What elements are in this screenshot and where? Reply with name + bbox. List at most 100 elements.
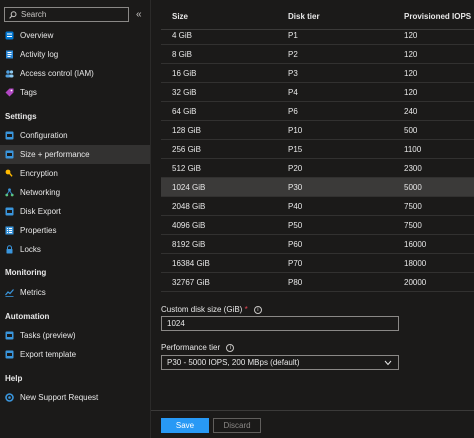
sidebar-item-overview[interactable]: Overview xyxy=(0,26,150,45)
sidebar-item-label: Locks xyxy=(20,245,41,254)
column-header-disk-tier[interactable]: Disk tier xyxy=(288,12,320,21)
size-cell: 32767 GiB xyxy=(172,278,210,287)
sidebar-item-label: Activity log xyxy=(20,50,59,59)
table-row[interactable]: 1024 GiB P30 5000 xyxy=(161,178,474,197)
table-row[interactable]: 4 GiB P1 120 xyxy=(161,26,474,45)
size-cell: 16384 GiB xyxy=(172,259,210,268)
info-icon[interactable]: i xyxy=(226,343,235,352)
iops-cell: 7500 xyxy=(404,221,422,230)
sidebar-item-label: Overview xyxy=(20,31,54,40)
sidebar-item-tags[interactable]: Tags xyxy=(0,83,150,102)
size-cell: 256 GiB xyxy=(172,145,201,154)
search-input[interactable] xyxy=(21,10,121,19)
sidebar-item-label: Export template xyxy=(20,350,77,359)
sidebar-item-size-performance[interactable]: Size + performance xyxy=(0,145,150,164)
sidebar-item-locks[interactable]: Locks xyxy=(0,240,150,259)
lock-icon xyxy=(5,245,14,254)
discard-button[interactable]: Discard xyxy=(213,418,261,433)
iops-cell: 120 xyxy=(404,69,418,78)
disk-tier-cell: P6 xyxy=(288,107,298,116)
disk-export-icon xyxy=(5,207,14,216)
iops-cell: 20000 xyxy=(404,278,427,287)
sidebar-item-access-control-iam[interactable]: Access control (IAM) xyxy=(0,64,150,83)
custom-disk-size-input[interactable] xyxy=(161,316,399,331)
sidebar-item-label: Tasks (preview) xyxy=(20,331,76,340)
size-cell: 2048 GiB xyxy=(172,202,206,211)
iops-cell: 120 xyxy=(404,88,418,97)
iops-cell: 18000 xyxy=(404,259,427,268)
table-row[interactable]: 8 GiB P2 120 xyxy=(161,45,474,64)
performance-tier-dropdown[interactable]: P30 - 5000 IOPS, 200 MBps (default) xyxy=(161,355,399,370)
column-header-iops[interactable]: Provisioned IOPS xyxy=(404,12,471,21)
sidebar-item-label: Configuration xyxy=(20,131,68,140)
iops-cell: 7500 xyxy=(404,202,422,211)
sidebar-item-configuration[interactable]: Configuration xyxy=(0,126,150,145)
sidebar-item-networking[interactable]: Networking xyxy=(0,183,150,202)
table-row[interactable]: 256 GiB P15 1100 xyxy=(161,140,474,159)
chevron-down-icon xyxy=(384,359,392,368)
table-row[interactable]: 16 GiB P3 120 xyxy=(161,64,474,83)
size-cell: 16 GiB xyxy=(172,69,197,78)
networking-icon xyxy=(5,188,14,197)
table-row[interactable]: 2048 GiB P40 7500 xyxy=(161,197,474,216)
search-box[interactable] xyxy=(4,7,129,22)
sidebar-item-encryption[interactable]: Encryption xyxy=(0,164,150,183)
column-header-size[interactable]: Size xyxy=(172,12,188,21)
sidebar-item-new-support-request[interactable]: New Support Request xyxy=(0,388,150,407)
sidebar-item-metrics[interactable]: Metrics xyxy=(0,283,150,302)
sidebar-item-label: Encryption xyxy=(20,169,58,178)
disk-tier-cell: P20 xyxy=(288,164,303,173)
iops-cell: 240 xyxy=(404,107,418,116)
info-icon[interactable]: i xyxy=(253,305,262,314)
table-row[interactable]: 16384 GiB P70 18000 xyxy=(161,254,474,273)
size-cell: 4 GiB xyxy=(172,31,193,40)
table-row[interactable]: 8192 GiB P60 16000 xyxy=(161,235,474,254)
action-bar: Save Discard xyxy=(151,410,474,438)
tasks-icon xyxy=(5,331,14,340)
sidebar-item-label: New Support Request xyxy=(20,393,99,402)
sidebar-item-export-template[interactable]: Export template xyxy=(0,345,150,364)
sidebar-item-label: Networking xyxy=(20,188,61,197)
iops-cell: 1100 xyxy=(404,145,422,154)
collapse-menu-icon[interactable]: « xyxy=(136,9,142,20)
configuration-icon xyxy=(5,131,14,140)
iops-cell: 2300 xyxy=(404,164,422,173)
automation-section-header: Automation xyxy=(5,312,50,321)
table-row[interactable]: 512 GiB P20 2300 xyxy=(161,159,474,178)
overview-icon xyxy=(5,31,14,40)
disk-tier-cell: P3 xyxy=(288,69,298,78)
table-row[interactable]: 4096 GiB P50 7500 xyxy=(161,216,474,235)
support-request-icon xyxy=(5,393,14,402)
size-cell: 4096 GiB xyxy=(172,221,206,230)
save-button[interactable]: Save xyxy=(161,418,209,433)
custom-disk-size-label: Custom disk size (GiB) * i xyxy=(161,305,262,314)
sidebar-item-disk-export[interactable]: Disk Export xyxy=(0,202,150,221)
table-row[interactable]: 64 GiB P6 240 xyxy=(161,102,474,121)
iops-cell: 500 xyxy=(404,126,418,135)
search-icon xyxy=(9,10,17,19)
disk-tier-cell: P80 xyxy=(288,278,303,287)
disk-tier-cell: P4 xyxy=(288,88,298,97)
key-icon xyxy=(5,169,14,178)
table-row[interactable]: 128 GiB P10 500 xyxy=(161,121,474,140)
size-performance-pane: Size Disk tier Provisioned IOPS 4 GiB P1 1… xyxy=(151,0,474,438)
sidebar-item-label: Access control (IAM) xyxy=(20,69,94,78)
monitoring-section-header: Monitoring xyxy=(5,268,47,277)
help-section-header: Help xyxy=(5,374,23,383)
table-row[interactable]: 32767 GiB P80 20000 xyxy=(161,273,474,292)
iops-cell: 120 xyxy=(404,31,418,40)
disk-tier-cell: P50 xyxy=(288,221,303,230)
export-template-icon xyxy=(5,350,14,359)
size-cell: 8192 GiB xyxy=(172,240,206,249)
properties-icon xyxy=(5,226,14,235)
disk-tier-cell: P60 xyxy=(288,240,303,249)
sidebar-item-properties[interactable]: Properties xyxy=(0,221,150,240)
resource-menu: « Overview Activity log Access control (IA… xyxy=(0,0,151,438)
sidebar-item-tasks-preview[interactable]: Tasks (preview) xyxy=(0,326,150,345)
sidebar-item-activity-log[interactable]: Activity log xyxy=(0,45,150,64)
size-cell: 64 GiB xyxy=(172,107,197,116)
size-cell: 128 GiB xyxy=(172,126,201,135)
table-row[interactable]: 32 GiB P4 120 xyxy=(161,83,474,102)
disk-tier-cell: P10 xyxy=(288,126,303,135)
sidebar-item-label: Tags xyxy=(20,88,37,97)
